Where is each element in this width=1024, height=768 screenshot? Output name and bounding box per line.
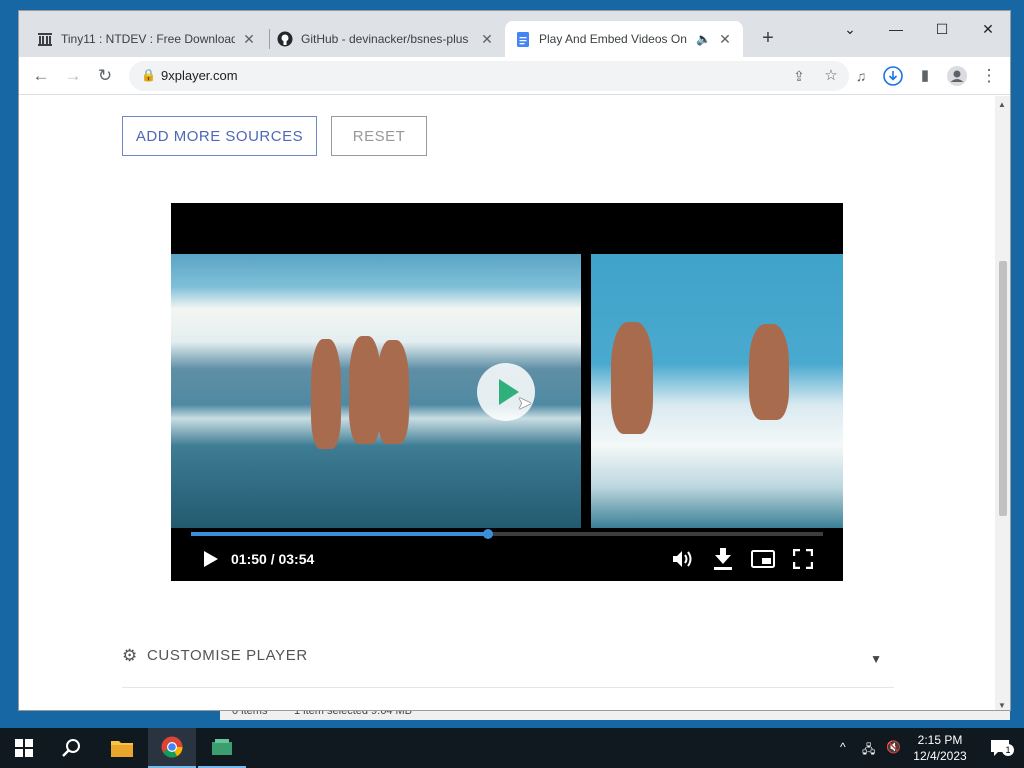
taskbar: ^ 🖧 🔇 2:15 PM 12/4/2023 1: [0, 728, 1024, 768]
speaker-muted-icon[interactable]: 🔇: [886, 740, 901, 754]
close-icon[interactable]: ✕: [479, 31, 495, 48]
figure: [749, 324, 789, 420]
mouse-cursor-icon: ➤: [517, 393, 533, 413]
tab-strip: Tiny11 : NTDEV : Free Download ✕ GitHub …: [19, 11, 1010, 57]
chrome-icon[interactable]: [148, 728, 196, 768]
figure: [611, 322, 653, 434]
clock-time: 2:15 PM: [917, 733, 963, 747]
start-button[interactable]: [0, 728, 48, 768]
forward-icon[interactable]: →: [59, 62, 87, 90]
close-window-button[interactable]: ✕: [965, 15, 1010, 43]
tab-9xplayer[interactable]: Play And Embed Videos On 🔈 ✕: [505, 21, 743, 57]
maximize-button[interactable]: ☐: [919, 15, 965, 43]
customise-player-label: CUSTOMISE PLAYER: [147, 647, 308, 664]
tab-title: Play And Embed Videos On: [539, 32, 687, 46]
back-icon[interactable]: ←: [27, 62, 55, 90]
download-video-icon[interactable]: [709, 545, 737, 573]
picture-in-picture-icon[interactable]: [749, 545, 777, 573]
github-icon: [277, 31, 293, 47]
volume-icon[interactable]: [669, 545, 697, 573]
network-icon[interactable]: 🖧: [862, 740, 875, 761]
new-tab-button[interactable]: +: [754, 25, 782, 53]
scroll-down-icon[interactable]: ▼: [998, 701, 1006, 710]
video-frame-right: [591, 254, 843, 528]
customise-player-section[interactable]: ⚙ CUSTOMISE PLAYER ▼: [122, 642, 894, 688]
tab-title: Tiny11 : NTDEV : Free Download: [61, 32, 235, 46]
minimize-button[interactable]: —: [873, 15, 919, 43]
caret-down-icon[interactable]: ▼: [870, 652, 882, 666]
download-icon[interactable]: [879, 62, 907, 90]
page-scrollbar[interactable]: ▲ ▼: [995, 96, 1010, 710]
search-icon[interactable]: [48, 728, 96, 768]
figure: [311, 339, 341, 449]
chevron-up-icon[interactable]: ^: [840, 740, 846, 754]
video-player[interactable]: ➤ 01:50 / 03:54: [171, 203, 843, 581]
url-text: 9xplayer.com: [161, 68, 238, 83]
tab-github[interactable]: GitHub - devinacker/bsnes-plus ✕: [267, 21, 505, 57]
browser-window: Tiny11 : NTDEV : Free Download ✕ GitHub …: [18, 10, 1011, 711]
fullscreen-icon[interactable]: [789, 545, 817, 573]
archive-icon: [37, 31, 53, 47]
address-bar[interactable]: 🔒 9xplayer.com ⇪ ☆: [129, 61, 849, 91]
side-panel-icon[interactable]: ▮: [911, 62, 939, 90]
notification-count: 1: [1002, 744, 1014, 756]
page-content: ADD MORE SOURCES RESET ➤ 01:50 / 03:54 ⚙…: [19, 96, 997, 710]
scroll-up-icon[interactable]: ▲: [998, 100, 1006, 109]
media-control-icon[interactable]: ♫: [847, 62, 875, 90]
profile-avatar[interactable]: [943, 62, 971, 90]
time-display: 01:50 / 03:54: [231, 551, 315, 567]
reset-button[interactable]: RESET: [331, 116, 427, 156]
close-icon[interactable]: ✕: [717, 31, 733, 48]
figure: [377, 340, 409, 444]
close-icon[interactable]: ✕: [241, 31, 257, 48]
speaker-icon[interactable]: 🔈: [696, 32, 711, 46]
share-icon[interactable]: ⇪: [785, 62, 813, 90]
seek-bar[interactable]: [191, 529, 823, 539]
tab-tiny11[interactable]: Tiny11 : NTDEV : Free Download ✕: [27, 21, 267, 57]
scrollbar-thumb[interactable]: [999, 261, 1007, 516]
clock-date: 12/4/2023: [913, 749, 967, 763]
menu-kebab-icon[interactable]: ⋮: [975, 62, 1003, 90]
browser-toolbar: ← → ↻ 🔒 9xplayer.com ⇪ ☆ ♫ ▮ ⋮: [19, 57, 1010, 95]
seek-bar-fill: [191, 532, 489, 536]
gear-icon: ⚙: [122, 646, 138, 665]
file-explorer-icon[interactable]: [98, 728, 146, 768]
add-more-sources-button[interactable]: ADD MORE SOURCES: [122, 116, 317, 156]
notification-icon[interactable]: 1: [976, 728, 1024, 768]
tab-search-icon[interactable]: ⌄: [827, 15, 873, 43]
tab-title: GitHub - devinacker/bsnes-plus: [301, 32, 469, 46]
play-icon[interactable]: [199, 545, 223, 573]
doc-icon: [515, 31, 531, 47]
seek-bar-handle[interactable]: [483, 529, 494, 539]
app-icon[interactable]: [198, 728, 246, 768]
bookmark-star-icon[interactable]: ☆: [817, 62, 845, 90]
reload-icon[interactable]: ↻: [91, 62, 119, 90]
lock-icon[interactable]: 🔒: [141, 68, 156, 82]
system-clock[interactable]: 2:15 PM 12/4/2023: [905, 732, 975, 764]
